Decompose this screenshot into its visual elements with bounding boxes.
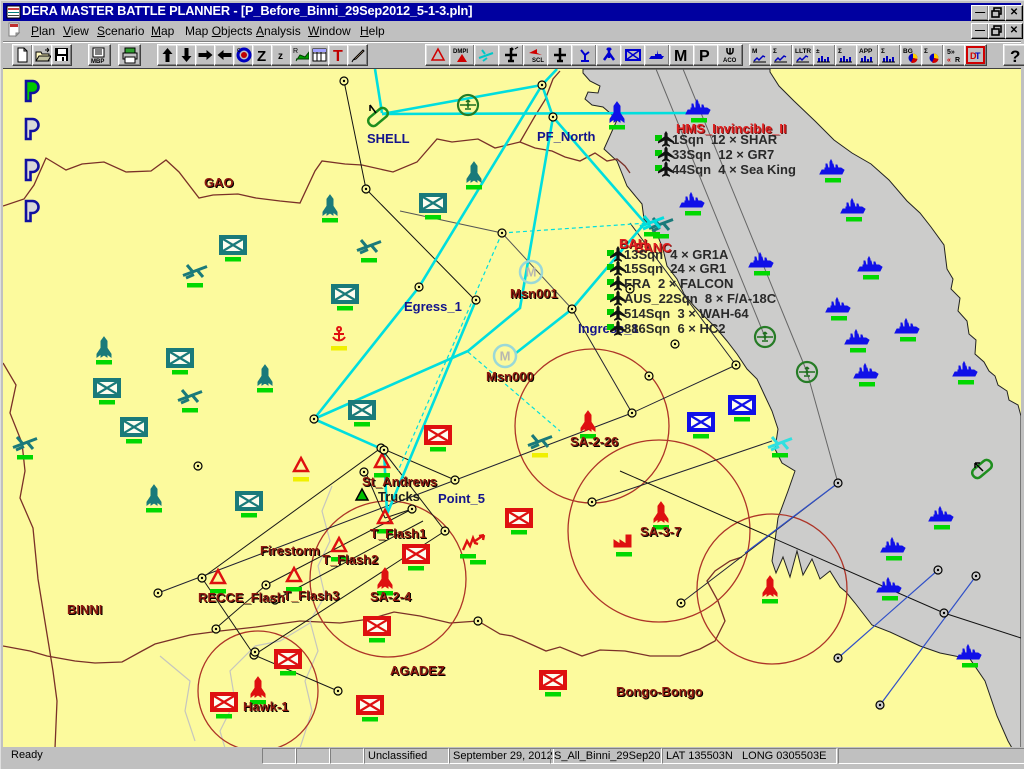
svg-text:SA-3-7: SA-3-7	[640, 524, 681, 539]
svg-text:SA-2-26: SA-2-26	[570, 434, 618, 449]
svg-text:APP: APP	[859, 48, 873, 55]
svg-text:M: M	[674, 48, 687, 65]
svg-text:P: P	[699, 48, 710, 65]
svg-text:T: T	[975, 51, 981, 61]
svg-text:SCL: SCL	[532, 58, 544, 64]
svg-text:M: M	[752, 48, 757, 55]
svg-text:15Sqn 24 × GR1: 15Sqn 24 × GR1	[624, 261, 726, 276]
svg-text:Z: Z	[257, 48, 266, 65]
svg-text:BINNI: BINNI	[67, 602, 102, 617]
svg-text:GAO: GAO	[204, 175, 234, 190]
svg-text:z: z	[278, 51, 283, 62]
svg-text:MBP: MBP	[91, 59, 104, 65]
svg-text:LLTR: LLTR	[795, 48, 811, 55]
svg-text:Σ: Σ	[838, 48, 842, 55]
svg-text:514Sqn 3 × WAH-64: 514Sqn 3 × WAH-64	[624, 306, 749, 321]
svg-text:T_Flash3: T_Flash3	[283, 588, 339, 603]
svg-text:AGADEZ: AGADEZ	[390, 663, 445, 678]
svg-text:Msn000: Msn000	[486, 369, 534, 384]
svg-text:1Sqn 12 × SHAR: 1Sqn 12 × SHAR	[672, 132, 778, 147]
svg-text:Point_5: Point_5	[438, 491, 485, 506]
svg-text:33Sqn 12 × GR7: 33Sqn 12 × GR7	[672, 147, 774, 162]
svg-text:«: «	[947, 57, 951, 64]
svg-text:R: R	[293, 48, 298, 55]
svg-text:St_Andrews: St_Andrews	[362, 474, 437, 489]
svg-text:PF_North: PF_North	[537, 129, 596, 144]
svg-text:886Sqn 6 × HC2: 886Sqn 6 × HC2	[624, 321, 726, 336]
svg-text:RECCE_Flash: RECCE_Flash	[198, 590, 285, 605]
svg-text:c: c	[237, 47, 241, 54]
svg-text:?: ?	[1010, 47, 1020, 65]
svg-text:R: R	[955, 57, 960, 64]
svg-text:Egress_1: Egress_1	[404, 299, 462, 314]
svg-text:Trucks: Trucks	[378, 489, 420, 504]
svg-text:Firestorm: Firestorm	[260, 543, 320, 558]
svg-text:T: T	[333, 48, 343, 65]
svg-text:ACO: ACO	[723, 58, 737, 64]
svg-text:T_Flash2: T_Flash2	[322, 552, 378, 567]
svg-text:Σ: Σ	[924, 48, 928, 55]
svg-text:44Sqn 4 × Sea King: 44Sqn 4 × Sea King	[672, 162, 796, 177]
svg-text:Σ: Σ	[881, 48, 885, 55]
svg-text:Msn001: Msn001	[510, 286, 558, 301]
svg-text:SHELL: SHELL	[367, 131, 410, 146]
svg-text:5»: 5»	[947, 49, 955, 56]
svg-text:FRA 2 × FALCON: FRA 2 × FALCON	[624, 276, 733, 291]
svg-text:Hawk-1: Hawk-1	[243, 699, 289, 714]
svg-text:Bongo-Bongo: Bongo-Bongo	[616, 684, 703, 699]
svg-text:13Sqn 4 × GR1A: 13Sqn 4 × GR1A	[624, 247, 729, 262]
svg-text:DMPI: DMPI	[453, 49, 468, 55]
svg-text:Σ: Σ	[773, 48, 777, 55]
svg-text:±: ±	[816, 48, 820, 55]
svg-text:T_Flash1: T_Flash1	[370, 526, 426, 541]
svg-text:SA-2-4: SA-2-4	[370, 589, 412, 604]
svg-text:AUS_22Sqn 8 × F/A-18C: AUS_22Sqn 8 × F/A-18C	[624, 291, 777, 306]
